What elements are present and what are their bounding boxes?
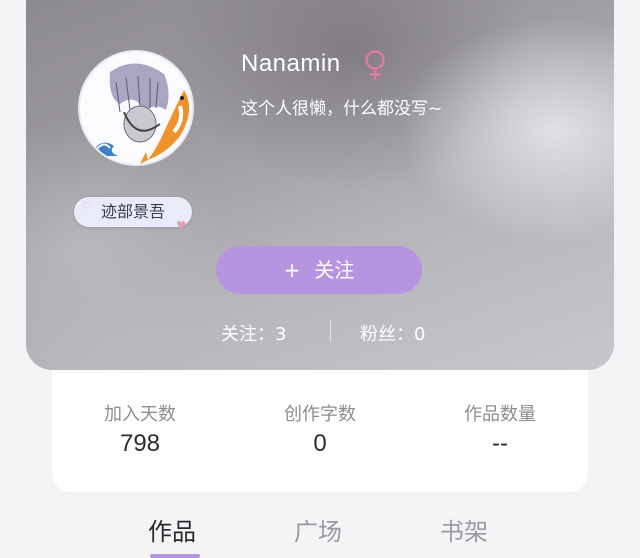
stat-value: 0	[313, 430, 327, 457]
follow-button[interactable]: + 关注	[216, 246, 422, 294]
heart-icon: ♥	[176, 219, 186, 232]
tag-label: 迹部景吾	[100, 202, 165, 221]
plus-icon: +	[283, 258, 301, 282]
koi-fish-icon	[140, 90, 190, 164]
stat-join-days: 加入天数 798	[60, 400, 220, 458]
stats-divider	[330, 320, 331, 342]
username: Nanamin	[241, 50, 341, 77]
stat-label: 创作字数	[284, 404, 356, 425]
stat-works-count: 作品数量 --	[420, 400, 580, 458]
stat-label: 加入天数	[104, 404, 176, 425]
heart-icon: ♡	[82, 199, 92, 212]
stat-word-count: 创作字数 0	[240, 400, 400, 458]
stats-card: 加入天数 798 创作字数 0 作品数量 --	[52, 370, 588, 492]
follow-button-label: 关注	[314, 258, 355, 282]
tab-bar: 作品 广场 书架	[0, 510, 640, 558]
active-tab-indicator	[150, 554, 200, 558]
female-symbol-icon	[365, 50, 385, 80]
character-tag[interactable]: ♡ 迹部景吾 ♥	[74, 197, 192, 232]
bio-text: 这个人很懒，什么都没写~	[241, 99, 443, 119]
stat-value: 798	[119, 430, 161, 457]
tab-bookshelf[interactable]: 书架	[440, 512, 488, 547]
tab-plaza[interactable]: 广场	[294, 512, 342, 547]
tab-works[interactable]: 作品	[148, 512, 196, 547]
followers-count[interactable]: 粉丝：0	[360, 320, 425, 346]
stat-label: 作品数量	[464, 404, 536, 425]
stat-value: --	[492, 430, 508, 457]
following-count[interactable]: 关注：3	[221, 320, 286, 346]
